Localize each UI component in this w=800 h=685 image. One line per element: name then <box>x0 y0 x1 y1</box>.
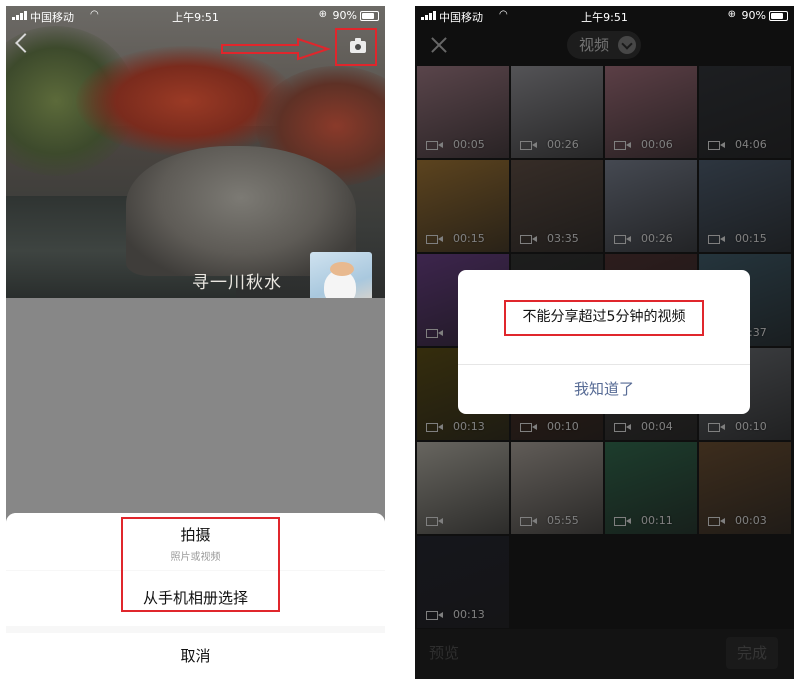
left-phone-screen: 寻一川秋水 中国移动 ◠ 上午9:51 ⊕ 90% 拍摄 照片或视频 从手机相册… <box>6 6 385 679</box>
battery-percent: 90% <box>741 9 766 22</box>
alert-dialog: 不能分享超过5分钟的视频 我知道了 <box>458 270 750 414</box>
battery-icon <box>769 11 788 21</box>
battery-percent: 90% <box>332 9 357 22</box>
battery-icon <box>360 11 379 21</box>
rotation-lock-icon: ⊕ <box>727 9 736 20</box>
annotation-highlight-box <box>504 300 704 336</box>
dialog-confirm-button[interactable]: 我知道了 <box>458 365 750 414</box>
camera-highlight[interactable] <box>335 28 377 66</box>
annotation-highlight-box <box>121 517 280 612</box>
cancel-button[interactable]: 取消 <box>6 633 385 679</box>
status-time: 上午9:51 <box>581 11 628 24</box>
rotation-lock-icon: ⊕ <box>318 9 327 20</box>
annotation-arrow-icon <box>221 37 332 61</box>
camera-icon[interactable] <box>350 38 366 53</box>
right-phone-screen: 中国移动 ◠ 上午9:51 ⊕ 90% 视频 00:0500:2600:0604… <box>415 6 794 679</box>
user-nickname: 寻一川秋水 <box>192 273 282 293</box>
status-bar: 中国移动 ◠ 上午9:51 ⊕ 90% <box>415 6 794 28</box>
avatar[interactable] <box>310 252 372 298</box>
status-time: 上午9:51 <box>172 11 219 24</box>
status-bar: 中国移动 ◠ 上午9:51 ⊕ 90% <box>6 6 385 28</box>
